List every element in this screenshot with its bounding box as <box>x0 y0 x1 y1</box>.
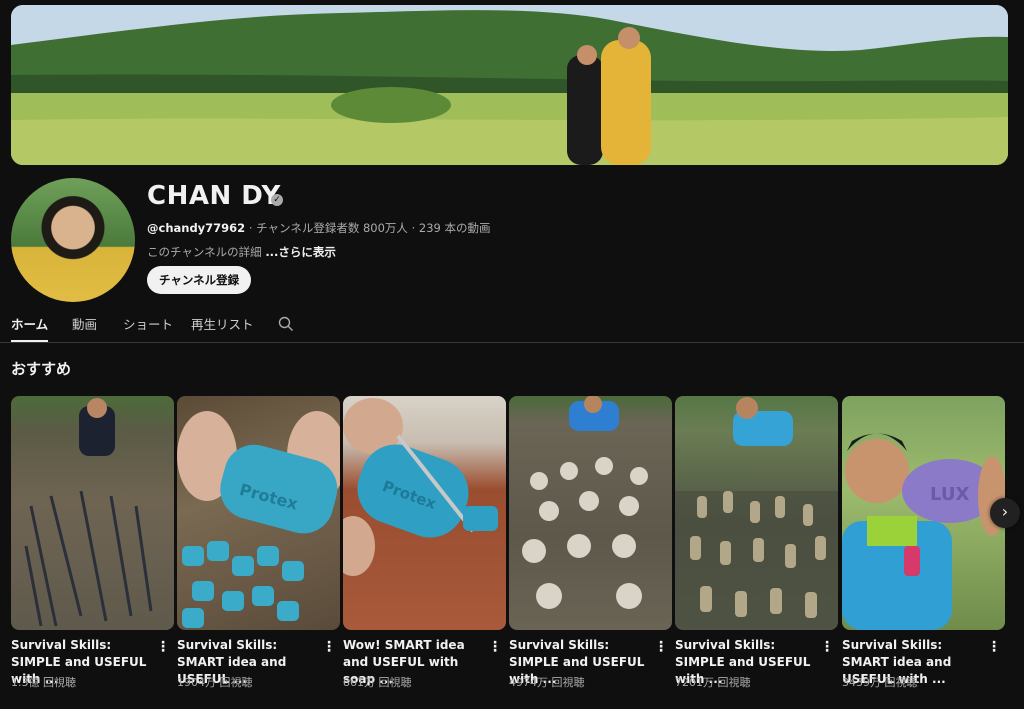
channel-stats: · チャンネル登録者数 800万人 · 239 本の動画 <box>245 221 491 235</box>
channel-name: CHAN DY <box>147 181 281 211</box>
tab-shorts[interactable]: ショート <box>123 314 173 342</box>
channel-banner <box>11 5 1008 165</box>
video-thumbnail[interactable] <box>509 396 672 630</box>
thumbnail-art: LUX <box>842 433 1005 630</box>
verified-check-icon: ✓ <box>271 194 283 206</box>
video-thumbnail[interactable] <box>11 396 174 630</box>
more-options-icon[interactable]: ⋮ <box>820 640 834 656</box>
thumb-brand-text: LUX <box>930 484 969 505</box>
video-views: 7201万 回視聴 <box>675 676 751 689</box>
video-thumbnail[interactable] <box>675 396 838 630</box>
channel-meta: @chandy77962 · チャンネル登録者数 800万人 · 239 本の動… <box>147 220 491 236</box>
chevron-right-icon[interactable]: › <box>990 498 1020 528</box>
video-card[interactable]: Survival Skills: SIMPLE and USEFUL with … <box>675 396 838 689</box>
more-options-icon[interactable]: ⋮ <box>488 640 502 656</box>
video-views: 1904万 回視聴 <box>177 676 253 689</box>
channel-description[interactable]: このチャンネルの詳細 ...さらに表示 <box>147 244 336 260</box>
thumbnail-art: Protex <box>177 411 340 628</box>
thumbnail-art <box>675 397 838 630</box>
search-icon[interactable] <box>278 316 294 332</box>
video-views: 4974万 回視聴 <box>509 676 585 689</box>
video-thumbnail[interactable]: LUX <box>842 396 1005 630</box>
show-more-link[interactable]: ...さらに表示 <box>265 245 336 259</box>
more-options-icon[interactable]: ⋮ <box>156 640 170 656</box>
video-views: 3439万 回視聴 <box>842 676 918 689</box>
video-views: 1.3億 回視聴 <box>11 676 76 689</box>
tabs-divider <box>0 342 1024 343</box>
banner-landscape <box>11 5 1008 165</box>
more-options-icon[interactable]: ⋮ <box>322 640 336 656</box>
video-card[interactable]: Protex Wow! SMART idea and USEFUL with s… <box>343 396 506 689</box>
more-options-icon[interactable]: ⋮ <box>654 640 668 656</box>
channel-handle: @chandy77962 <box>147 221 246 235</box>
thumbnail-art <box>522 396 648 609</box>
tab-home[interactable]: ホーム <box>11 314 49 342</box>
video-card[interactable]: Survival Skills: SIMPLE and USEFUL with … <box>509 396 672 689</box>
subscribe-button[interactable]: チャンネル登録 <box>147 266 252 294</box>
thumbnail-art: Protex <box>343 398 498 576</box>
video-views: 861万 回視聴 <box>343 676 412 689</box>
tab-videos[interactable]: 動画 <box>72 314 97 342</box>
channel-avatar[interactable] <box>11 178 135 302</box>
video-card[interactable]: Protex Survival Skills: SMART idea and U… <box>177 396 340 689</box>
description-text: このチャンネルの詳細 <box>147 245 266 259</box>
section-title: おすすめ <box>11 360 72 378</box>
video-thumbnail[interactable]: Protex <box>177 396 340 630</box>
video-card[interactable]: Survival Skills: SIMPLE and USEFUL with … <box>11 396 174 689</box>
video-card[interactable]: LUX Survival Skills: SMART idea and USEF… <box>842 396 1005 689</box>
thumbnail-art <box>24 398 153 627</box>
video-thumbnail[interactable]: Protex <box>343 396 506 630</box>
tab-playlists[interactable]: 再生リスト <box>191 314 254 342</box>
more-options-icon[interactable]: ⋮ <box>987 640 1001 656</box>
